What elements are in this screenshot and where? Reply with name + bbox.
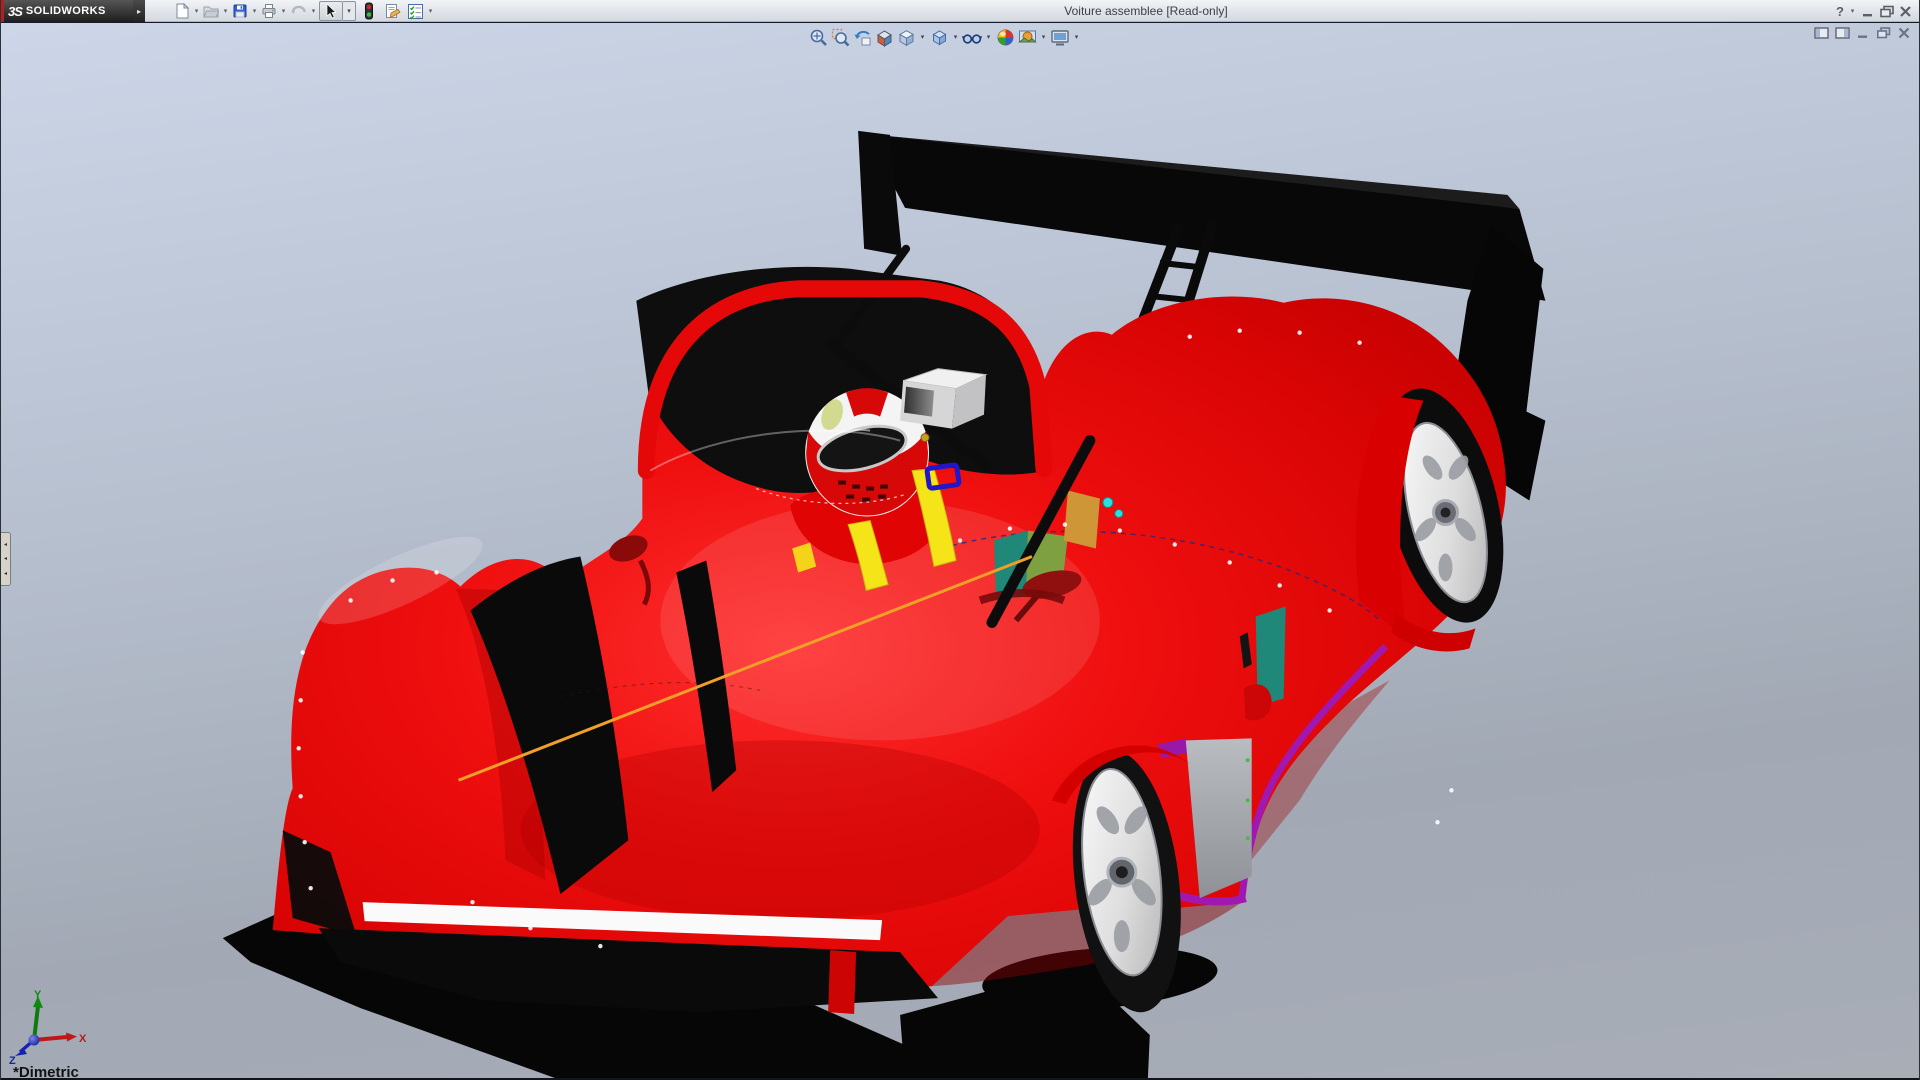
previous-view-icon — [853, 28, 872, 47]
new-document-button[interactable] — [173, 1, 191, 21]
menu-flyout-arrow[interactable]: ▸ — [133, 0, 145, 22]
view-settings-monitor-icon — [1050, 28, 1070, 47]
collapse-arrow-icon: ◂ — [4, 542, 7, 548]
minimize-icon — [1861, 5, 1876, 18]
display-style-icon — [930, 28, 949, 47]
feature-manager-collapsed-tab[interactable]: ◂ ◂ ◂ — [1, 532, 11, 586]
print-icon — [261, 3, 277, 19]
collapse-arrow-icon: ◂ — [4, 571, 7, 577]
apply-scene-icon — [1018, 28, 1037, 47]
race-car-assembly-render — [1, 23, 1919, 1080]
print-dropdown[interactable]: ▾ — [278, 1, 289, 21]
view-orientation-dropdown[interactable]: ▾ — [917, 26, 928, 48]
zoom-to-fit-button[interactable] — [807, 26, 829, 48]
split-pane-right-icon — [1835, 27, 1850, 39]
triad-x-label: X — [79, 1033, 87, 1045]
minimize-icon — [1856, 27, 1870, 39]
save-button[interactable] — [231, 1, 249, 21]
document-window-controls — [1814, 27, 1911, 39]
dashboard-button — [1115, 510, 1123, 518]
app-minimize-button[interactable] — [1861, 5, 1876, 18]
dashboard-button — [1103, 498, 1113, 508]
app-close-button[interactable] — [1898, 5, 1913, 18]
new-document-dropdown[interactable]: ▾ — [191, 1, 202, 21]
split-pane-left-icon — [1814, 27, 1829, 39]
undo-icon — [290, 3, 307, 19]
app-restore-button[interactable] — [1879, 5, 1895, 18]
doc-minimize-button[interactable] — [1856, 27, 1870, 39]
display-style-dropdown[interactable]: ▾ — [950, 26, 961, 48]
open-dropdown[interactable]: ▾ — [220, 1, 231, 21]
save-dropdown[interactable]: ▾ — [249, 1, 260, 21]
solidworks-logo: 3S SOLIDWORKS — [1, 0, 133, 22]
open-button[interactable] — [202, 1, 220, 21]
select-cursor-icon — [324, 3, 338, 19]
logo-3s-mark: 3S — [8, 4, 22, 19]
graphics-viewport[interactable]: ▾ ▾ ▾ — [1, 22, 1919, 1080]
file-properties-button[interactable] — [383, 1, 402, 21]
eyeglasses-icon — [962, 28, 982, 47]
apply-scene-dropdown[interactable]: ▾ — [1038, 26, 1049, 48]
doc-restore-button[interactable] — [1876, 27, 1891, 39]
hide-show-items-button[interactable] — [961, 26, 983, 48]
titlebar-controls: ? ▾ — [1836, 0, 1913, 22]
close-icon — [1897, 27, 1911, 39]
titlebar: 3S SOLIDWORKS ▸ ▾ ▾ — [1, 0, 1919, 22]
print-button[interactable] — [260, 1, 278, 21]
view-settings-dropdown[interactable]: ▾ — [1071, 26, 1082, 48]
doc-close-button[interactable] — [1897, 27, 1911, 39]
stoplight-icon — [362, 2, 376, 20]
options-dropdown[interactable]: ▾ — [425, 1, 436, 21]
reference-triad: Y X Z — [7, 988, 99, 1064]
previous-view-button[interactable] — [851, 26, 873, 48]
apply-scene-button[interactable] — [1016, 26, 1038, 48]
document-title: Voiture assemblee [Read-only] — [1064, 4, 1227, 18]
view-orientation-button[interactable] — [895, 26, 917, 48]
help-button[interactable]: ? — [1836, 4, 1844, 19]
select-tool-dropdown[interactable]: ▾ — [343, 1, 356, 21]
select-tool-button[interactable] — [319, 1, 343, 21]
close-icon — [1898, 5, 1913, 18]
edit-appearance-button[interactable] — [994, 26, 1016, 48]
rebuild-button[interactable] — [361, 1, 377, 21]
file-properties-icon — [384, 3, 401, 20]
new-document-icon — [174, 3, 190, 19]
section-view-button[interactable] — [873, 26, 895, 48]
zoom-to-fit-icon — [809, 28, 828, 47]
heads-up-view-toolbar: ▾ ▾ ▾ — [807, 26, 1082, 48]
display-style-button[interactable] — [928, 26, 950, 48]
collapse-arrow-icon: ◂ — [4, 556, 7, 562]
logo-wordmark: SOLIDWORKS — [26, 5, 106, 17]
undo-dropdown[interactable]: ▾ — [308, 1, 319, 21]
undo-button[interactable] — [289, 1, 308, 21]
options-checklist-icon — [407, 3, 424, 20]
split-pane-left-button[interactable] — [1814, 27, 1829, 39]
open-folder-icon — [203, 3, 219, 19]
help-dropdown[interactable]: ▾ — [1847, 1, 1858, 21]
save-floppy-icon — [232, 3, 248, 19]
solidworks-window: 3S SOLIDWORKS ▸ ▾ ▾ — [0, 0, 1920, 1080]
zoom-to-area-icon — [831, 28, 850, 47]
options-button[interactable] — [406, 1, 425, 21]
appearance-ball-icon — [996, 28, 1015, 47]
triad-z-label: Z — [9, 1055, 16, 1064]
view-orientation-cube-icon — [897, 28, 916, 47]
restore-icon — [1879, 5, 1895, 18]
split-pane-right-button[interactable] — [1835, 27, 1850, 39]
hide-show-items-dropdown[interactable]: ▾ — [983, 26, 994, 48]
zoom-to-area-button[interactable] — [829, 26, 851, 48]
main-toolbar: ▾ ▾ ▾ — [173, 0, 436, 22]
view-settings-button[interactable] — [1049, 26, 1071, 48]
triad-y-label: Y — [34, 989, 42, 1001]
section-view-icon — [875, 28, 894, 47]
restore-icon — [1876, 27, 1891, 39]
